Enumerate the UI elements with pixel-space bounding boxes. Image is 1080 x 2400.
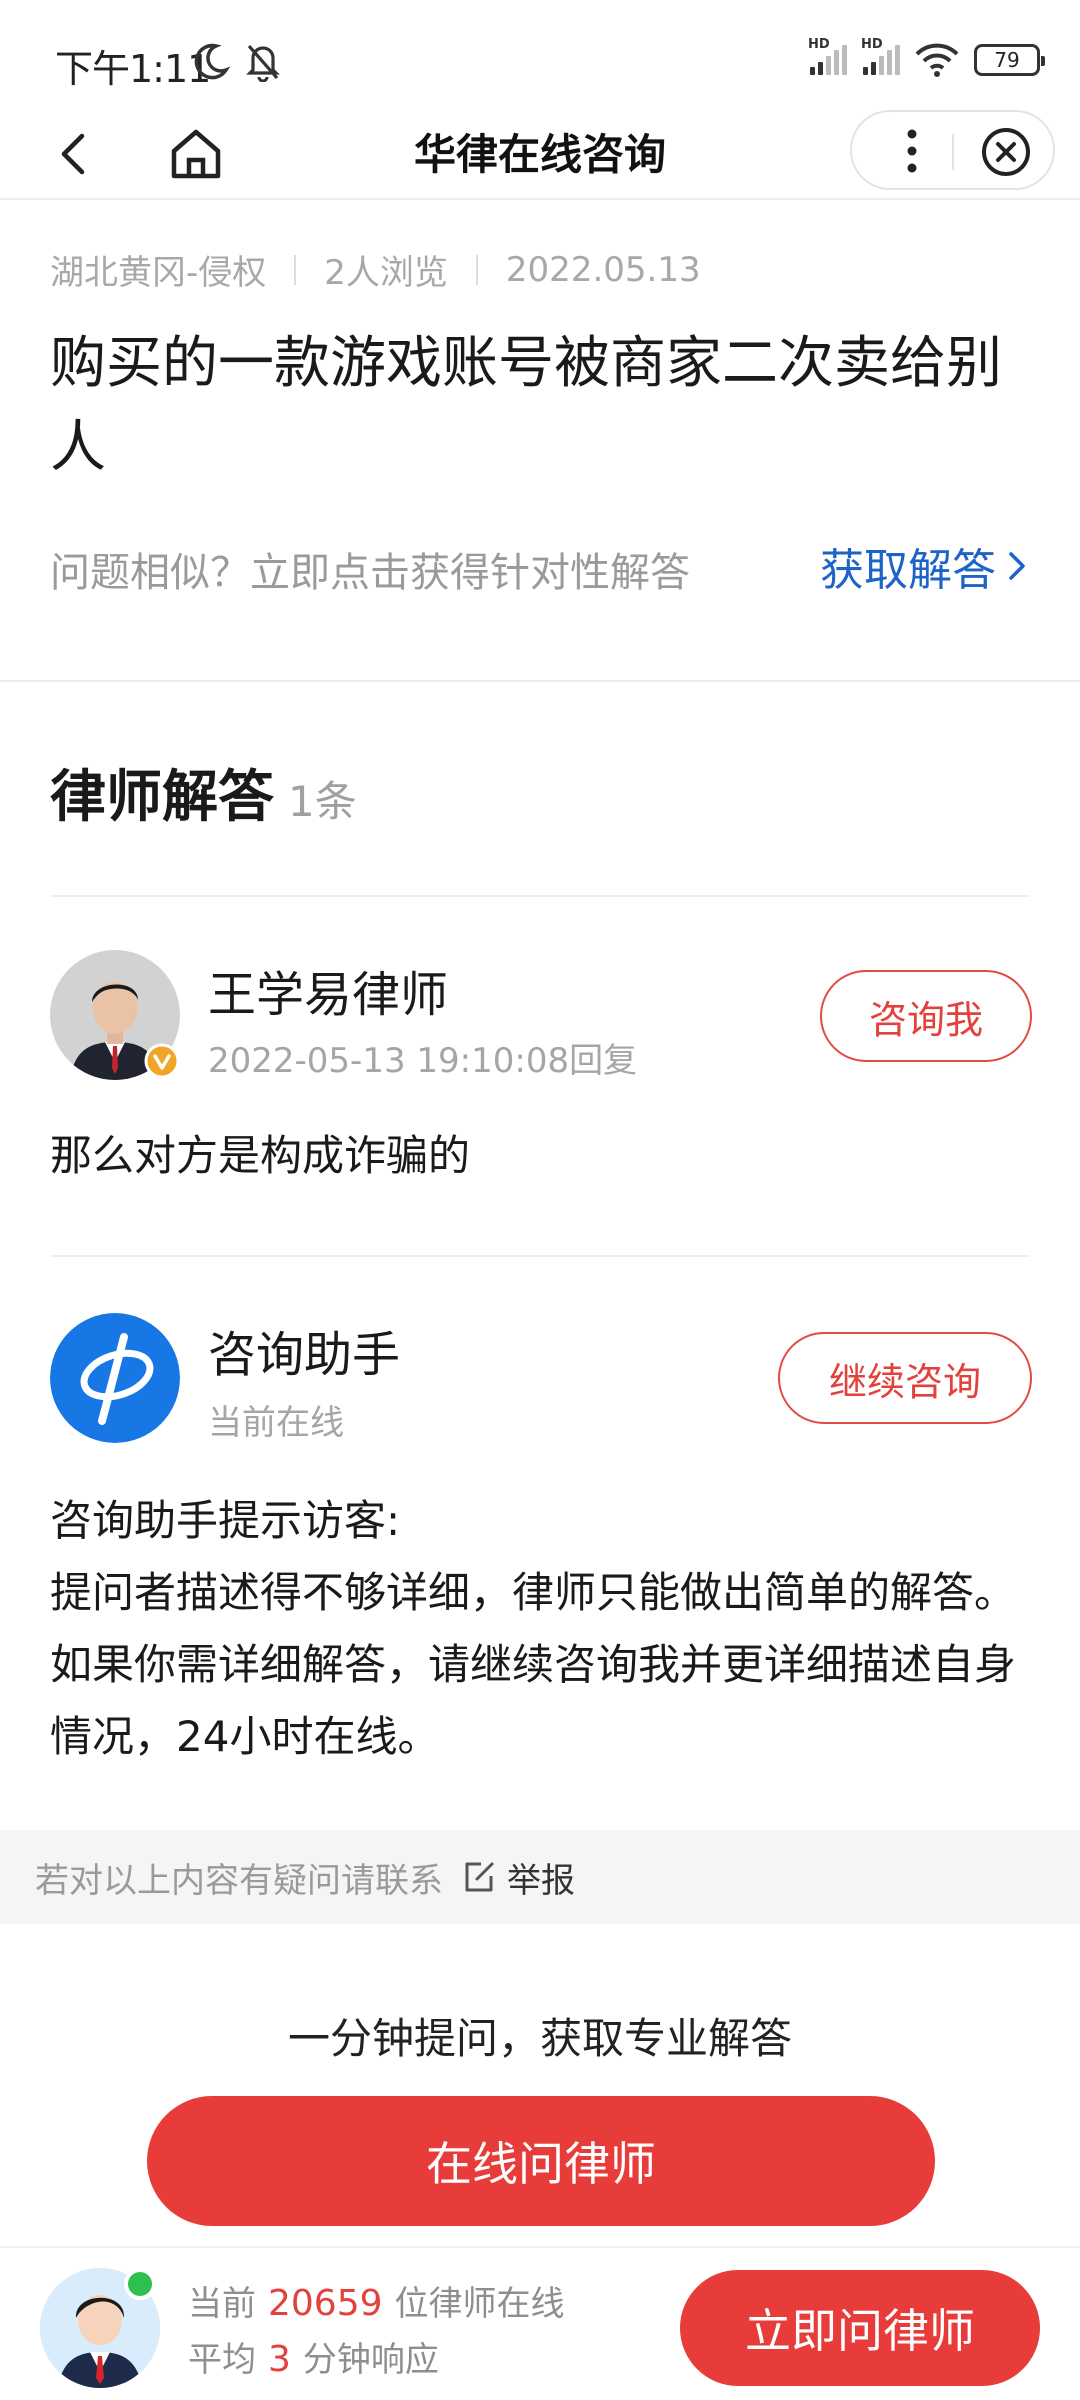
answers-title: 律师解答 xyxy=(50,765,274,830)
answer-content: 那么对方是构成诈骗的 xyxy=(50,1131,471,1180)
cta-subtitle: 一分钟提问，获取专业解答 xyxy=(287,2014,792,2063)
online-dot xyxy=(124,2268,156,2300)
signal-icon: HD xyxy=(808,37,847,75)
verified-badge-icon xyxy=(144,1043,180,1079)
bell-muted-icon xyxy=(246,44,280,82)
question-title: 购买的一款游戏账号被商家二次卖给别人 xyxy=(50,331,1002,480)
chevron-right-icon xyxy=(1009,552,1025,580)
ask-lawyer-now-button[interactable]: 立即问律师 xyxy=(680,2270,1040,2386)
answers-count: 1条 xyxy=(288,777,357,826)
online-count: 20659 xyxy=(268,2283,383,2324)
question-location: 湖北黄冈-侵权 xyxy=(50,253,267,293)
question-meta: 湖北黄冈-侵权 2人浏览 2022.05.13 xyxy=(50,245,701,294)
report-link[interactable]: 举报 xyxy=(507,1853,575,1902)
response-time-line: 平均 3 分钟响应 xyxy=(188,2339,439,2380)
mini-program-capsule xyxy=(850,110,1055,190)
nav-bar: 华律在线咨询 xyxy=(0,110,1080,200)
signal-icon: HD xyxy=(861,37,900,75)
close-circle-icon[interactable] xyxy=(980,126,1032,178)
assistant-name: 咨询助手 xyxy=(208,1327,401,1383)
report-bar: 若对以上内容有疑问请联系 举报 xyxy=(0,1830,1080,1924)
status-bar: 下午1:11 HD HD 79 xyxy=(0,0,1080,110)
status-time: 下午1:11 xyxy=(55,47,211,91)
assistant-avatar xyxy=(50,1313,180,1443)
battery-indicator: 79 xyxy=(974,44,1045,76)
answer-time: 2022-05-13 19:10:08回复 xyxy=(208,1041,638,1081)
consult-me-button[interactable]: 咨询我 xyxy=(820,970,1032,1062)
bottom-bar: 当前 20659 位律师在线 平均 3 分钟响应 立即问律师 xyxy=(0,2246,1080,2400)
similar-prompt: 问题相似？立即点击获得针对性解答 xyxy=(50,550,690,596)
continue-consult-button[interactable]: 继续咨询 xyxy=(778,1332,1032,1424)
ask-lawyer-online-button[interactable]: 在线问律师 xyxy=(147,2096,935,2226)
more-vertical-icon[interactable] xyxy=(892,122,932,180)
lawyer-name[interactable]: 王学易律师 xyxy=(208,955,448,1025)
online-count-line: 当前 20659 位律师在线 xyxy=(188,2283,565,2324)
assistant-status: 当前在线 xyxy=(208,1403,344,1443)
moon-icon xyxy=(194,43,230,80)
response-minutes: 3 xyxy=(268,2339,291,2380)
edit-report-icon[interactable] xyxy=(461,1859,497,1895)
question-views: 2人浏览 xyxy=(324,253,448,293)
assistant-tip-body: 提问者描述得不够详细，律师只能做出简单的解答。如果你需详细解答，请继续咨询我并更… xyxy=(50,1568,1017,1761)
wifi-icon xyxy=(915,43,959,77)
answers-heading: 律师解答 1条 xyxy=(50,752,357,833)
assistant-tip-title: 咨询助手提示访客: xyxy=(50,1496,401,1545)
get-answer-link[interactable]: 获取解答 xyxy=(820,534,1028,598)
question-date: 2022.05.13 xyxy=(505,249,701,290)
report-prompt: 若对以上内容有疑问请联系 xyxy=(35,1860,443,1901)
get-answer-label: 获取解答 xyxy=(820,545,996,596)
